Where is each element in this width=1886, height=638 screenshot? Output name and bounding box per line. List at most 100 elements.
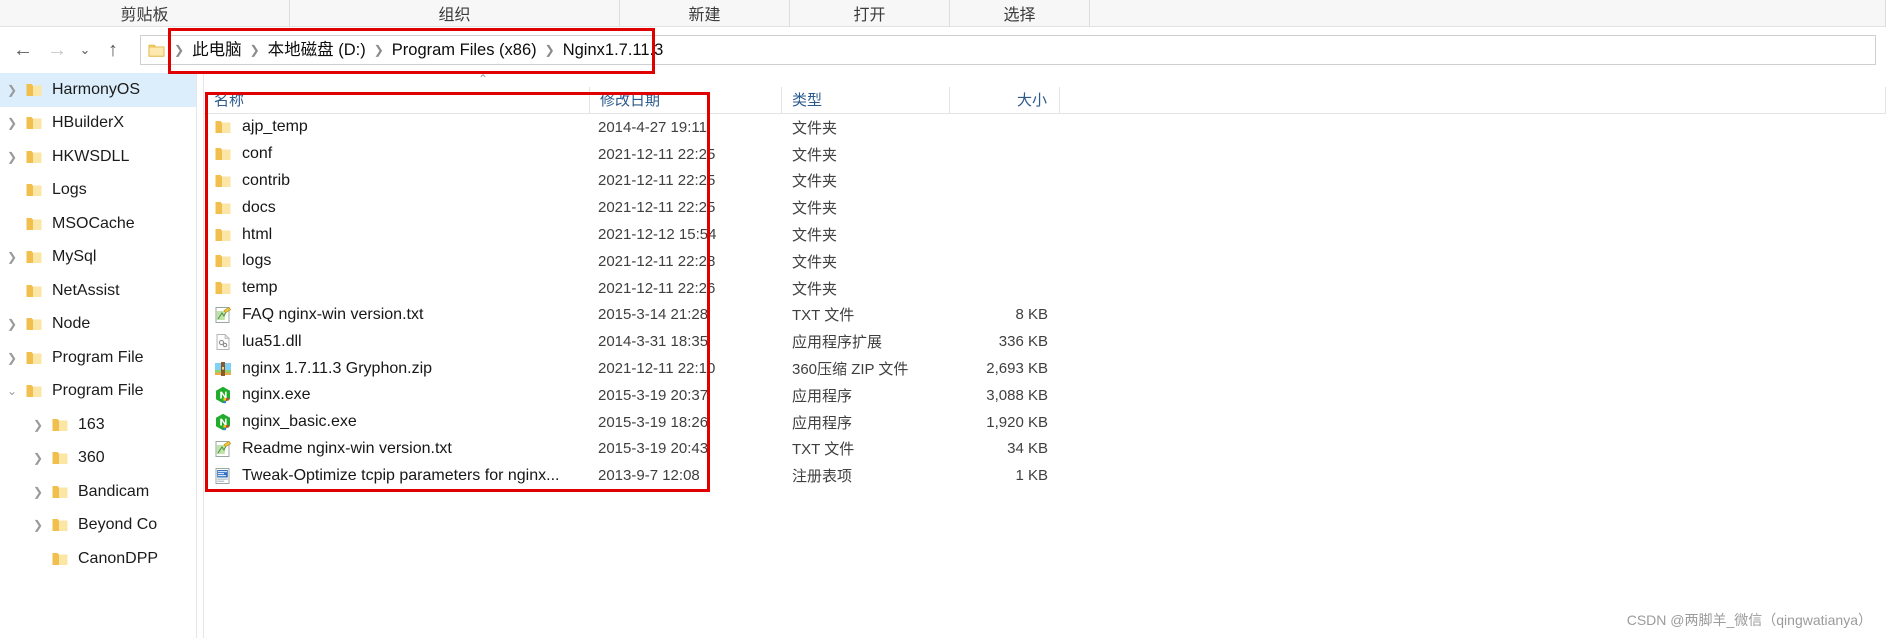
file-type-cell: 文件夹 [792,280,838,298]
column-header-name[interactable]: 名称 [204,86,590,114]
column-header-date[interactable]: 修改日期 [590,86,782,114]
file-row[interactable]: Readme nginx-win version.txt 2015-3-19 20… [204,436,1886,463]
file-name-cell: nginx_basic.exe [204,413,590,431]
file-name-cell: logs [204,252,590,270]
ribbon-group-new[interactable]: 新建 [620,0,790,26]
breadcrumb-item-2[interactable]: Program Files (x86) [387,36,542,64]
ribbon-group-clipboard[interactable]: 剪贴板 [0,0,290,26]
ribbon-group-new-label: 新建 [688,7,721,24]
forward-icon[interactable]: → [40,33,74,67]
tree-item-program-file[interactable]: ⌄ Program File [0,375,196,409]
back-icon[interactable]: ← [6,33,40,67]
file-type-cell: 注册表项 [792,468,853,486]
folder-icon [24,216,44,232]
file-row[interactable]: docs 2021-12-11 22:25 文件夹 [204,194,1886,221]
folder-icon [24,249,44,265]
tree-item-netassist[interactable]: NetAssist [0,274,196,308]
tree-item-360[interactable]: ❯ 360 [0,442,196,476]
tree-item-bandicam[interactable]: ❯ Bandicam [0,475,196,509]
tree-item-hbuilderx[interactable]: ❯ HBuilderX [0,107,196,141]
nginx-exe-icon [214,413,232,431]
file-date-cell: 2015-3-19 20:37 [598,386,709,404]
file-type-cell: 360压缩 ZIP 文件 [792,361,909,379]
ribbon-group-organize-label: 组织 [438,7,471,24]
file-row[interactable]: logs 2021-12-11 22:28 文件夹 [204,248,1886,275]
file-type-cell: 应用程序扩展 [792,334,883,352]
chevron-down-icon[interactable]: ⌄ [0,384,24,398]
file-row[interactable]: nginx.exe 2015-3-19 20:37 应用程序 3,088 KB [204,382,1886,409]
file-row[interactable]: lua51.dll 2014-3-31 18:35 应用程序扩展 336 KB [204,328,1886,355]
column-header-size[interactable]: 大小 [950,86,1060,114]
tree-item-harmonyos[interactable]: ❯ HarmonyOS [0,73,196,107]
address-input[interactable]: ❯ 此电脑 ❯ 本地磁盘 (D:) ❯ Program Files (x86) … [140,35,1876,65]
file-name-cell: nginx.exe [204,386,590,404]
file-size-cell: 1 KB [1015,467,1048,485]
recent-locations-chevron-down-icon[interactable]: ⌄ [74,33,96,67]
folder-icon [24,283,44,299]
file-date-cell: 2021-12-12 15:54 [598,226,717,244]
breadcrumb-item-3[interactable]: Nginx1.7.11.3 [558,36,669,64]
file-date-cell: 2021-12-11 22:10 [598,360,716,378]
chevron-right-icon[interactable]: ❯ [0,116,24,130]
ribbon-group-open[interactable]: 打开 [790,0,950,26]
file-name-cell: html [204,226,590,244]
file-row[interactable]: nginx 1.7.11.3 Gryphon.zip 2021-12-11 22:… [204,355,1886,382]
file-row[interactable]: FAQ nginx-win version.txt 2015-3-14 21:28… [204,302,1886,329]
pane-splitter[interactable] [196,73,204,638]
chevron-right-icon[interactable]: ❯ [0,83,24,97]
file-row[interactable]: contrib 2021-12-11 22:25 文件夹 [204,168,1886,195]
breadcrumb-item-1[interactable]: 本地磁盘 (D:) [263,36,371,64]
folder-icon [141,43,171,58]
tree-item-label: Program File [52,382,144,400]
chevron-right-icon[interactable]: ❯ [0,317,24,331]
tree-item-label: Logs [52,181,87,199]
chevron-right-icon[interactable]: ❯ [0,250,24,264]
file-date-cell: 2021-12-11 22:25 [598,199,716,217]
folder-icon [24,82,44,98]
breadcrumb-separator[interactable]: ❯ [247,36,263,64]
tree-item-node[interactable]: ❯ Node [0,308,196,342]
file-date-cell: 2021-12-11 22:25 [598,145,716,163]
scroll-up-strip[interactable]: ⌃ [204,73,1886,87]
breadcrumb-item-0[interactable]: 此电脑 [187,36,247,64]
file-row[interactable]: conf 2021-12-11 22:25 文件夹 [204,141,1886,168]
folder-icon [214,280,232,296]
ribbon-group-organize[interactable]: 组织 [290,0,620,26]
file-row[interactable]: html 2021-12-12 15:54 文件夹 [204,221,1886,248]
file-name-label: lua51.dll [242,332,302,350]
chevron-right-icon[interactable]: ❯ [0,150,24,164]
chevron-right-icon[interactable]: ❯ [26,418,50,432]
tree-item-mysql[interactable]: ❯ MySql [0,241,196,275]
chevron-right-icon[interactable]: ❯ [26,485,50,499]
file-row[interactable]: ajp_temp 2014-4-27 19:11 文件夹 [204,114,1886,141]
chevron-right-icon[interactable]: ❯ [26,518,50,532]
tree-item-msocache[interactable]: MSOCache [0,207,196,241]
tree-item-logs[interactable]: Logs [0,174,196,208]
nginx-exe-icon [214,386,232,404]
breadcrumb-separator: ❯ [174,43,185,57]
file-date-cell: 2021-12-11 22:28 [598,252,716,270]
tree-item-label: HKWSDLL [52,147,130,165]
breadcrumb-separator[interactable]: ❯ [542,36,558,64]
file-size-cell: 336 KB [998,333,1048,351]
navigation-pane: ❯ HarmonyOS ❯ HBuilderX ❯ HKWSDLL Logs MSOCache… [0,73,196,638]
tree-item-label: CanonDPP [78,549,159,567]
file-name-label: html [242,225,273,243]
tree-item-program-file[interactable]: ❯ Program File [0,341,196,375]
chevron-right-icon[interactable]: ❯ [26,451,50,465]
file-row[interactable]: Tweak-Optimize tcpip parameters for ngin… [204,462,1886,489]
tree-item-label: HBuilderX [52,114,125,132]
tree-item-163[interactable]: ❯ 163 [0,408,196,442]
chevron-right-icon[interactable]: ❯ [0,351,24,365]
file-row[interactable]: nginx_basic.exe 2015-3-19 18:26 应用程序 1,920 … [204,409,1886,436]
column-header-type[interactable]: 类型 [782,86,950,114]
tree-item-label: MSOCache [52,214,135,232]
up-one-level-icon[interactable]: ↑ [96,33,130,67]
tree-item-canondpp[interactable]: CanonDPP [0,542,196,576]
file-row[interactable]: temp 2021-12-11 22:26 文件夹 [204,275,1886,302]
file-name-cell: nginx 1.7.11.3 Gryphon.zip [204,360,590,378]
tree-item-beyond-co[interactable]: ❯ Beyond Co [0,509,196,543]
ribbon-group-select[interactable]: 选择 [950,0,1090,26]
breadcrumb-separator[interactable]: ❯ [371,36,387,64]
tree-item-hkwsdll[interactable]: ❯ HKWSDLL [0,140,196,174]
